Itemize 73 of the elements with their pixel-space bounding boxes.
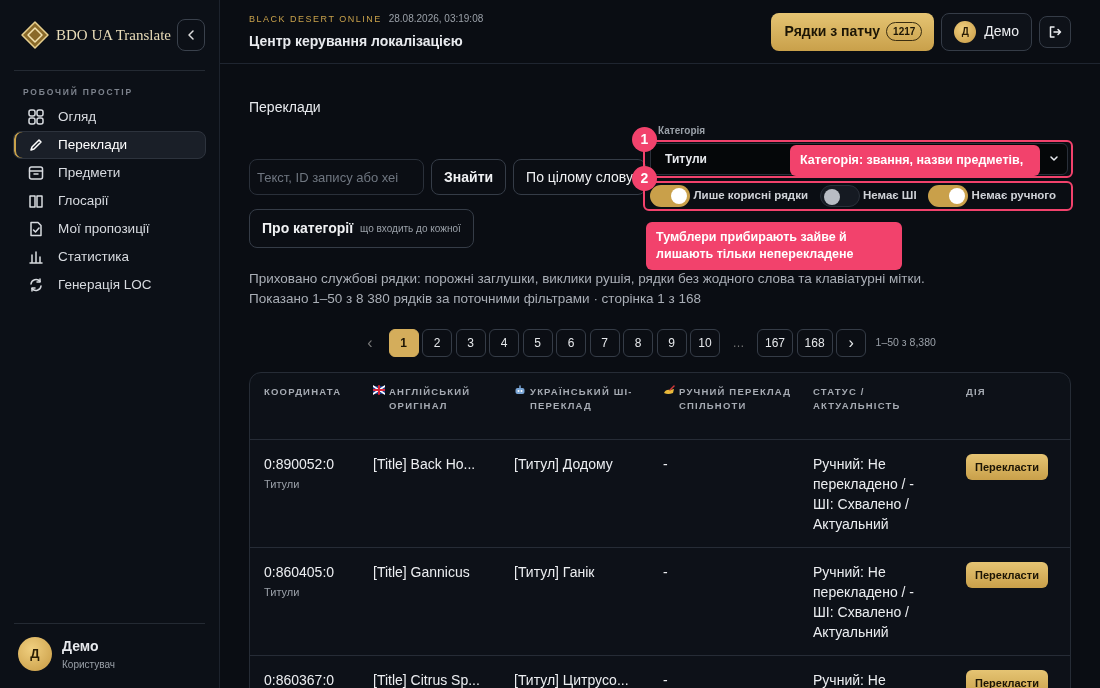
page-range: 1–50 з 8,380: [875, 335, 936, 351]
toggle-label: Лише корисні рядки: [693, 188, 808, 204]
column-header: ДІЯ: [966, 385, 986, 399]
page-button[interactable]: 10: [690, 329, 720, 357]
coordinate-cell-text: 0:860405:0: [264, 563, 336, 582]
original-text-cell-text: [Title] Back Ho...: [373, 455, 477, 474]
category-text: Титули: [264, 585, 301, 600]
original-text-cell-text: [Title] Gannicus: [373, 563, 471, 582]
manual-translation-cell-text: -: [663, 455, 669, 474]
toggle-label: Немає ручного: [971, 188, 1057, 204]
column-header: УКРАЇНСЬКИЙ ШІ-ПЕРЕКЛАД: [530, 385, 634, 413]
ai-translation-cell-text: [Титул] Цитрусо...: [514, 671, 630, 688]
annotation-tooltip: Категорія: звання, назви предметів,: [790, 145, 1040, 176]
page-button[interactable]: 8: [623, 329, 653, 357]
page-button[interactable]: 6: [556, 329, 586, 357]
section-title: Переклади: [249, 98, 322, 117]
manual-translation-cell-text: -: [663, 671, 669, 688]
page-button[interactable]: 9: [656, 329, 687, 357]
status-cell-text: Ручний: Не перекладено / - ШІ: Схвалено / Актуальний: [813, 455, 915, 534]
page-header-title: Центр керування локалізацією: [249, 31, 464, 51]
page-button[interactable]: 168: [796, 329, 833, 357]
ai-translation-cell-text: [Титул] Додому: [514, 455, 614, 474]
translate-button[interactable]: Перекласти: [966, 562, 1048, 588]
page-button[interactable]: 167: [757, 329, 794, 357]
page-button[interactable]: 4: [489, 329, 519, 357]
sidebar-item[interactable]: Статистика: [13, 242, 206, 271]
sidebar-item[interactable]: Огляд: [13, 102, 206, 131]
page-button[interactable]: 5: [522, 329, 553, 357]
page-button[interactable]: 7: [589, 329, 620, 357]
step-number-badge: 1: [632, 127, 657, 152]
coordinate-cell-text: 0:890052:0: [264, 455, 336, 474]
column-header: РУЧНИЙ ПЕРЕКЛАД СПІЛЬНОТИ: [679, 385, 793, 413]
sidebar-item[interactable]: Глосарії: [13, 186, 206, 215]
user-menu-button[interactable]: Д Демо: [941, 12, 1032, 51]
manual-translation-cell-text: -: [663, 563, 669, 582]
column-header: СТАТУС / АКТУАЛЬНІСТЬ: [813, 385, 902, 413]
avatar: Д: [18, 637, 52, 671]
translate-button[interactable]: Перекласти: [966, 454, 1048, 480]
about-categories-button[interactable]: Про категорії що входить до кожної: [249, 209, 474, 248]
eyebrow-label: BLACK DESERT ONLINE: [249, 13, 382, 27]
ai-translation-cell-text: [Титул] Ганік: [514, 563, 596, 582]
status-cell-text: Ручний: Не перекладено / - ШІ: Схвалено / Актуальний: [813, 563, 915, 642]
logo: BDO UA Translate: [56, 25, 171, 45]
info-text: Приховано службові рядки: порожні заглушки, виклики рушія, рядки без жодного слова та клавіатурні мітки.: [249, 270, 926, 288]
original-text-cell-text: [Title] Citrus Sp...: [373, 671, 481, 688]
column-header: КООРДИНАТА: [264, 385, 342, 399]
page-button[interactable]: 2: [422, 329, 452, 357]
find-button[interactable]: Знайти: [431, 159, 507, 195]
sidebar-item[interactable]: Предмети: [13, 158, 206, 187]
status-cell-text: Ручний: Не: [813, 671, 887, 688]
button-hint: що входить до кожної: [360, 222, 461, 236]
coordinate-cell-text: 0:860367:0: [264, 671, 336, 688]
sidebar-item[interactable]: Генерація LOC: [13, 270, 206, 299]
category-text: Титули: [264, 477, 301, 492]
ellipsis: …: [731, 335, 746, 352]
toggle-label: Немає ШІ: [863, 188, 917, 204]
user-name: Демо: [62, 637, 100, 656]
page-button[interactable]: 1: [388, 329, 419, 357]
info-text: Показано 1–50 з 8 380 рядків за поточними фільтрами · сторінка 1 з 168: [249, 290, 703, 308]
timestamp: 28.08.2026, 03:19:08: [388, 12, 484, 27]
page-button[interactable]: 3: [455, 329, 486, 357]
sidebar-item[interactable]: Переклади: [13, 130, 206, 159]
avatar: Д: [954, 20, 977, 43]
sidebar-item[interactable]: Мої пропозиції: [13, 214, 206, 243]
annotation-tooltip: Тумблери прибирають зайве й лишають тільки неперекладене: [646, 222, 902, 270]
field-label: Категорія: [658, 124, 707, 138]
search-field[interactable]: Текст, ID запису або хеі: [249, 159, 424, 195]
column-header: АНГЛІЙСЬКИЙ ОРИГІНАЛ: [389, 385, 472, 413]
next-page-button[interactable]: ›: [836, 329, 867, 357]
section-label: РОБОЧИЙ ПРОСТІР: [23, 86, 134, 99]
user-role: Користувач: [62, 658, 115, 672]
previous-page-button[interactable]: ‹: [355, 329, 385, 357]
patch-lines-button[interactable]: Рядки з патчу 1217: [770, 12, 935, 51]
